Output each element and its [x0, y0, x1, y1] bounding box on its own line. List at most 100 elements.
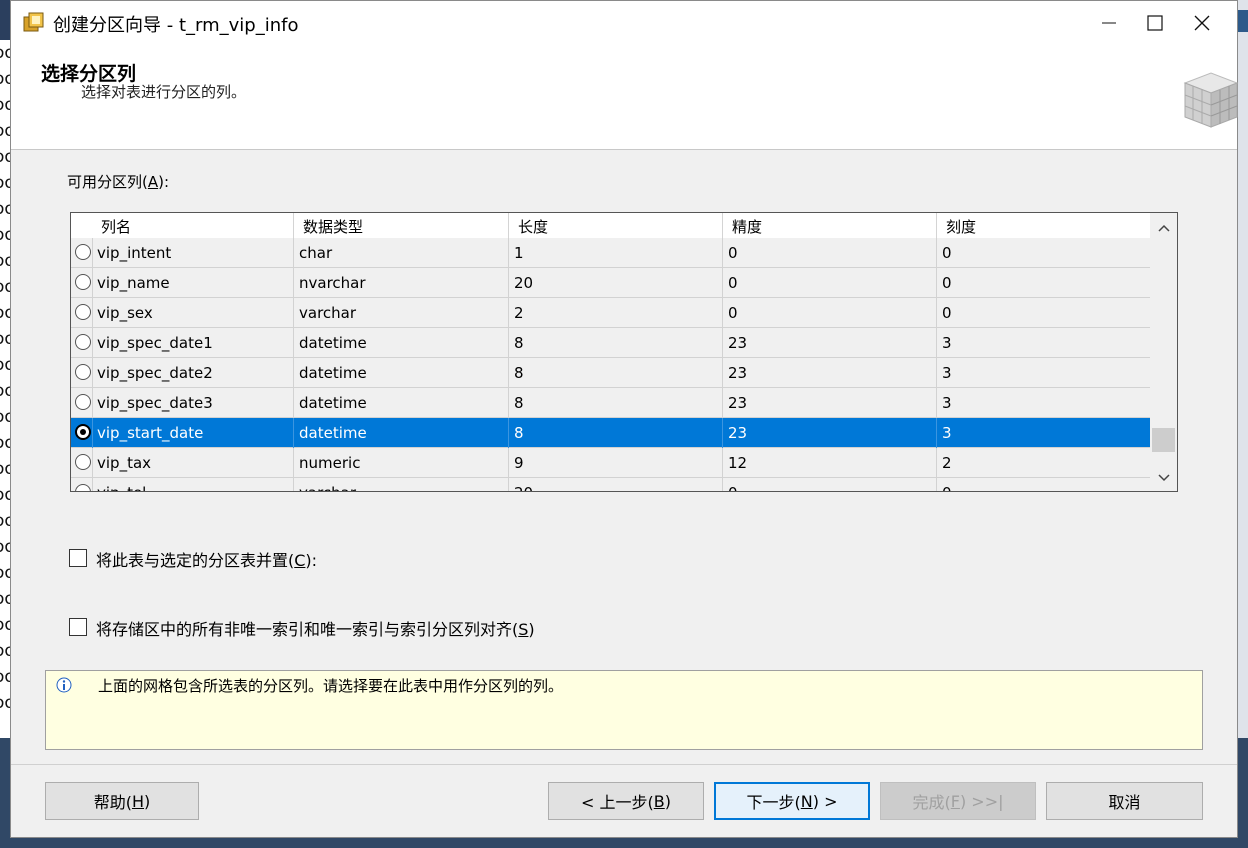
scroll-down-arrow-icon[interactable]: [1150, 467, 1177, 489]
minimize-icon: [1102, 22, 1116, 24]
table-row[interactable]: vip_start_date datetime 8 23 3: [71, 418, 1150, 448]
scroll-thumb[interactable]: [1152, 428, 1175, 452]
col-header-length: 长度: [518, 218, 549, 236]
cell-length: 9: [514, 454, 524, 472]
cell-scale: 3: [942, 364, 952, 382]
table-row[interactable]: vip_sex varchar 2 0 0: [71, 298, 1150, 328]
cell-scale: 3: [942, 334, 952, 352]
align-indexes-label: 将存储区中的所有非唯一索引和唯一索引与索引分区列对齐(S): [96, 620, 535, 639]
next-button[interactable]: 下一步(N) >: [714, 782, 870, 820]
wizard-header: 选择分区列 选择对表进行分区的列。: [11, 45, 1239, 150]
table-row[interactable]: vip_intent char 1 0 0: [71, 238, 1150, 268]
row-radio-button[interactable]: [75, 244, 91, 260]
grid-body: 列名 数据类型 长度 精度 刻度 vip_intent char 1 0 0 vip_na…: [71, 213, 1150, 491]
cell-data-type: datetime: [299, 334, 367, 352]
maximize-icon: [1147, 15, 1163, 31]
cell-data-type: char: [299, 244, 333, 262]
cell-scale: 0: [942, 304, 952, 322]
cell-column-name: vip_start_date: [97, 424, 204, 442]
cell-length: 8: [514, 394, 524, 412]
wizard-app-icon: [23, 12, 44, 32]
cell-column-name: vip_spec_date1: [97, 334, 213, 352]
row-radio-button[interactable]: [75, 424, 91, 440]
table-row[interactable]: vip_name nvarchar 20 0 0: [71, 268, 1150, 298]
row-radio-button[interactable]: [75, 394, 91, 410]
cell-precision: 0: [728, 484, 738, 491]
cancel-button[interactable]: 取消: [1046, 782, 1203, 820]
cell-data-type: datetime: [299, 424, 367, 442]
scroll-up-arrow-icon[interactable]: [1150, 217, 1177, 239]
cell-scale: 3: [942, 424, 952, 442]
cell-column-name: vip_sex: [97, 304, 153, 322]
cell-precision: 12: [728, 454, 748, 472]
info-icon: [56, 677, 72, 693]
cell-length: 1: [514, 244, 524, 262]
cell-precision: 0: [728, 304, 738, 322]
close-button[interactable]: [1179, 1, 1225, 45]
help-button[interactable]: 帮助(H): [45, 782, 199, 820]
cell-scale: 2: [942, 454, 952, 472]
background-app-right-edge: [1238, 0, 1248, 848]
cell-column-name: vip_spec_date3: [97, 394, 213, 412]
collocate-checkbox[interactable]: [69, 549, 87, 567]
row-radio-button[interactable]: [75, 484, 91, 491]
available-columns-label: 可用分区列(A):: [67, 173, 170, 191]
col-header-type: 数据类型: [303, 218, 364, 236]
partition-columns-grid[interactable]: 列名 数据类型 长度 精度 刻度 vip_intent char 1 0 0 vip_na…: [70, 212, 1178, 492]
row-radio-button[interactable]: [75, 334, 91, 350]
cell-data-type: nvarchar: [299, 274, 366, 292]
cell-column-name: vip_tax: [97, 454, 152, 472]
cell-data-type: varchar: [299, 304, 357, 322]
collocate-label: 将此表与选定的分区表并置(C):: [96, 551, 318, 570]
cell-length: 8: [514, 424, 524, 442]
page-subtitle: 选择对表进行分区的列。: [81, 83, 247, 101]
info-text: 上面的网格包含所选表的分区列。请选择要在此表中用作分区列的列。: [98, 677, 564, 695]
cell-precision: 23: [728, 364, 748, 382]
cell-precision: 23: [728, 394, 748, 412]
col-header-scale: 刻度: [946, 218, 977, 236]
footer-divider: [11, 764, 1237, 765]
cell-length: 2: [514, 304, 524, 322]
cell-column-name: vip_tel: [97, 484, 146, 491]
cell-length: 8: [514, 334, 524, 352]
cell-length: 8: [514, 364, 524, 382]
align-indexes-checkbox[interactable]: [69, 618, 87, 636]
row-radio-button[interactable]: [75, 364, 91, 380]
col-header-precision: 精度: [732, 218, 763, 236]
cell-data-type: datetime: [299, 364, 367, 382]
back-button[interactable]: < 上一步(B): [548, 782, 704, 820]
cell-column-name: vip_name: [97, 274, 170, 292]
row-radio-button[interactable]: [75, 304, 91, 320]
grid-vertical-scrollbar[interactable]: [1150, 213, 1177, 491]
cell-precision: 23: [728, 334, 748, 352]
cell-column-name: vip_intent: [97, 244, 172, 262]
cell-data-type: datetime: [299, 394, 367, 412]
grid-header: 列名 数据类型 长度 精度 刻度: [71, 213, 1150, 239]
row-radio-button[interactable]: [75, 274, 91, 290]
close-icon: [1194, 15, 1210, 31]
partition-wizard-window: 创建分区向导 - t_rm_vip_info 选择分区列 选择对表进行分区的列。…: [10, 0, 1239, 838]
row-radio-button[interactable]: [75, 454, 91, 470]
title-bar: 创建分区向导 - t_rm_vip_info: [11, 1, 1237, 45]
table-row[interactable]: vip_spec_date2 datetime 8 23 3: [71, 358, 1150, 388]
finish-button[interactable]: 完成(F) >>|: [880, 782, 1036, 820]
maximize-button[interactable]: [1132, 1, 1178, 45]
minimize-button[interactable]: [1086, 1, 1132, 45]
cell-precision: 0: [728, 244, 738, 262]
col-header-name: 列名: [101, 218, 132, 236]
cell-data-type: numeric: [299, 454, 361, 472]
cell-scale: 3: [942, 394, 952, 412]
cell-precision: 23: [728, 424, 748, 442]
cell-column-name: vip_spec_date2: [97, 364, 213, 382]
table-row[interactable]: vip_tax numeric 9 12 2: [71, 448, 1150, 478]
cell-scale: 0: [942, 244, 952, 262]
partition-cube-icon: [1183, 72, 1239, 128]
info-panel: 上面的网格包含所选表的分区列。请选择要在此表中用作分区列的列。: [45, 670, 1203, 750]
cell-precision: 0: [728, 274, 738, 292]
table-row[interactable]: vip_tel varchar 20 0 0: [71, 478, 1150, 491]
table-row[interactable]: vip_spec_date3 datetime 8 23 3: [71, 388, 1150, 418]
cell-scale: 0: [942, 484, 952, 491]
cell-length: 20: [514, 484, 533, 491]
cell-data-type: varchar: [299, 484, 356, 491]
table-row[interactable]: vip_spec_date1 datetime 8 23 3: [71, 328, 1150, 358]
